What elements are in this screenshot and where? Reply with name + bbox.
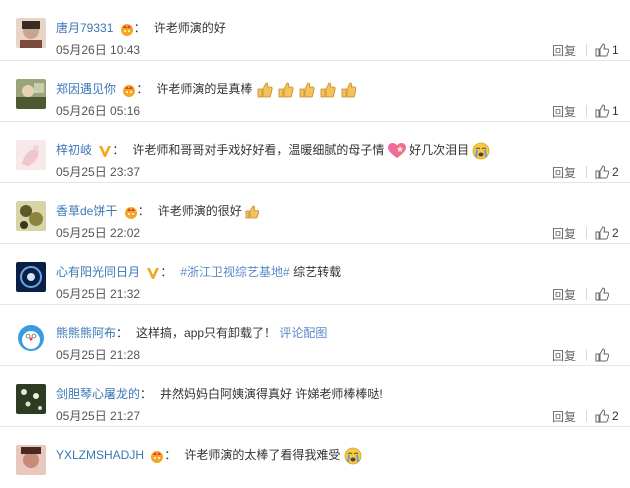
reply-button[interactable]: 回复 xyxy=(552,164,576,181)
avatar[interactable] xyxy=(16,79,46,109)
heart-emoji-icon xyxy=(387,142,406,158)
comment-time: 05月26日 10:43 xyxy=(56,43,141,57)
comment-time: 05月25日 21:27 xyxy=(56,409,141,423)
like-button[interactable] xyxy=(595,287,620,301)
comment-time: 05月26日 05:16 xyxy=(56,104,141,118)
like-count: 2 xyxy=(612,165,619,179)
comment-image-link[interactable]: 评论配图 xyxy=(279,326,327,340)
avatar[interactable] xyxy=(16,323,46,353)
like-count: 2 xyxy=(612,409,619,423)
comment-item: 剑胆琴心屠龙的： 井然妈妈白阿姨演得真好 许娣老师棒棒哒! 05月25日 21:2… xyxy=(0,366,630,427)
comment-text: 许老师演的很好 xyxy=(157,204,242,218)
crown-icon xyxy=(124,205,138,219)
like-button[interactable]: 2 xyxy=(595,226,620,240)
thumbs-up-icon xyxy=(595,348,609,362)
vip-v-icon xyxy=(98,144,112,158)
avatar[interactable] xyxy=(16,201,46,231)
comment-username[interactable]: 香草de饼干 xyxy=(56,204,117,218)
like-count: 1 xyxy=(612,104,619,118)
like-button[interactable] xyxy=(595,348,620,362)
avatar[interactable] xyxy=(16,262,46,292)
comment-text: 综艺转载 xyxy=(293,265,342,279)
like-button[interactable]: 1 xyxy=(595,43,620,57)
comment-text: 许老师演的好 xyxy=(153,21,226,35)
reply-button[interactable]: 回复 xyxy=(552,286,576,303)
comment-item: 郑因遇见你 ：许老师演的是真棒 05月26日 05:16 回复 1 xyxy=(0,61,630,122)
topic-link[interactable]: #浙江卫视综艺基地# xyxy=(180,265,289,279)
comment-username[interactable]: 剑胆琴心屠龙的 xyxy=(56,387,140,401)
comment-username[interactable]: 心有阳光同日月 xyxy=(56,265,140,279)
avatar[interactable] xyxy=(16,445,46,475)
comment-username[interactable]: 梓初岐 xyxy=(56,143,92,157)
comment-item: 心有阳光同日月 ： #浙江卫视综艺基地# 综艺转载 05月25日 21:32 回复 xyxy=(0,244,630,305)
crown-icon xyxy=(120,22,134,36)
reply-button[interactable]: 回复 xyxy=(552,408,576,425)
thumbs-up-icon xyxy=(595,409,609,423)
comment-list: 唐月79331 ：许老师演的好 05月26日 10:43 回复 1 郑因遇见你 … xyxy=(0,0,630,488)
comment-item: 香草de饼干 ：许老师演的很好 05月25日 22:02 回复 2 xyxy=(0,183,630,244)
comment-username[interactable]: YXLZMSHADJH xyxy=(56,448,144,462)
comment-item: 熊熊熊阿布： 这样搞，app只有卸载了！ 评论配图 05月25日 21:28 回复 xyxy=(0,305,630,366)
crying-emoji-icon xyxy=(344,447,362,465)
like-count: 2 xyxy=(612,226,619,240)
comment-time: 05月25日 22:02 xyxy=(56,226,141,240)
like-count: 1 xyxy=(612,43,619,57)
reply-button[interactable]: 回复 xyxy=(552,347,576,364)
comment-text-continued: 好几次泪目 xyxy=(409,143,470,157)
comment-item: 梓初岐 ：许老师和哥哥对手戏好好看，温暖细腻的母子情 好几次泪目 05月25日 … xyxy=(0,122,630,183)
comment-username[interactable]: 唐月79331 xyxy=(56,21,113,35)
comment-time: 05月25日 21:28 xyxy=(56,348,141,362)
avatar[interactable] xyxy=(16,384,46,414)
avatar[interactable] xyxy=(16,18,46,48)
comment-username[interactable]: 郑因遇见你 xyxy=(56,82,116,96)
comment-username[interactable]: 熊熊熊阿布 xyxy=(56,326,116,340)
thumbs-up-icon xyxy=(595,43,609,57)
reply-button[interactable]: 回复 xyxy=(552,42,576,59)
like-button[interactable]: 1 xyxy=(595,104,620,118)
comment-text: 许老师演的是真棒 xyxy=(156,82,253,96)
like-button[interactable]: 2 xyxy=(595,165,620,179)
comment-item: 唐月79331 ：许老师演的好 05月26日 10:43 回复 1 xyxy=(0,0,630,61)
crying-emoji-icon xyxy=(473,142,490,160)
thumbs-up-emoji-group xyxy=(256,82,356,98)
crown-icon xyxy=(150,449,164,463)
thumbs-up-icon xyxy=(595,287,609,301)
reply-button[interactable]: 回复 xyxy=(552,225,576,242)
thumbs-up-icon xyxy=(595,104,609,118)
thumbs-up-icon xyxy=(595,165,609,179)
crown-icon xyxy=(122,83,136,97)
avatar[interactable] xyxy=(16,140,46,170)
reply-button[interactable]: 回复 xyxy=(552,103,576,120)
comment-time: 05月25日 23:37 xyxy=(56,165,141,179)
comment-text: 井然妈妈白阿姨演得真好 许娣老师棒棒哒! xyxy=(160,387,383,401)
comment-text: 这样搞，app只有卸载了！ xyxy=(136,326,277,340)
comment-text: 许老师和哥哥对手戏好好看，温暖细腻的母子情 xyxy=(132,143,385,157)
thumbs-up-icon xyxy=(595,226,609,240)
thumbs-up-emoji-icon xyxy=(245,205,260,219)
vip-v-icon xyxy=(146,266,160,280)
comment-time: 05月25日 21:32 xyxy=(56,287,141,301)
like-button[interactable]: 2 xyxy=(595,409,620,423)
comment-item: YXLZMSHADJH ：许老师演的太棒了看得我难受 xyxy=(0,427,630,488)
comment-text: 许老师演的太棒了看得我难受 xyxy=(184,448,341,462)
